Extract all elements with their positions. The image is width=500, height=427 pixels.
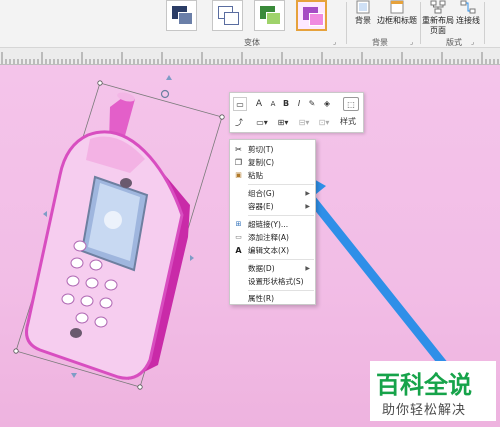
copy-icon: ❐ bbox=[234, 158, 243, 167]
hyperlink-icon: ⊞ bbox=[235, 220, 242, 228]
top-handle-marker[interactable] bbox=[166, 75, 172, 80]
context-menu: ✂ 剪切(T) ❐ 复制(C) ▣ 粘贴 组合(G) ▶ 容器(E) ▶ ⊞ 超… bbox=[229, 139, 316, 305]
background-launcher-icon[interactable]: ⌟ bbox=[410, 38, 413, 46]
shrink-font-button[interactable]: A bbox=[268, 97, 278, 111]
menu-item-label: 属性(R) bbox=[248, 294, 275, 303]
connectors-label: 连接线 bbox=[456, 16, 480, 25]
relayout-page-button[interactable]: 重新布局 页面 bbox=[421, 0, 455, 36]
menu-item-label: 复制(C) bbox=[248, 158, 275, 167]
menu-item-copy[interactable]: ❐ 复制(C) bbox=[230, 156, 315, 169]
menu-item-cut[interactable]: ✂ 剪切(T) bbox=[230, 143, 315, 156]
connectors-button[interactable]: 连接线 bbox=[455, 0, 481, 26]
menu-separator bbox=[248, 184, 314, 185]
grow-font-button[interactable]: A bbox=[254, 97, 264, 111]
watermark-subtitle: 助你轻松解决 bbox=[382, 403, 467, 418]
background-button-label: 背景 bbox=[355, 16, 371, 25]
variant-tile-2[interactable] bbox=[212, 0, 243, 31]
phone-earpiece bbox=[120, 178, 132, 188]
menu-item-label: 添加注释(A) bbox=[248, 233, 289, 242]
rotation-handle[interactable] bbox=[160, 89, 170, 99]
borders-titles-label: 边框和标题 bbox=[377, 16, 417, 25]
position-icon[interactable]: ⊞▾ bbox=[275, 116, 291, 130]
ruler-ticks bbox=[1, 52, 499, 64]
menu-item-label: 剪切(T) bbox=[248, 145, 274, 154]
variant-tile-1[interactable] bbox=[166, 0, 197, 31]
submenu-arrow-icon: ▶ bbox=[305, 203, 310, 210]
menu-item-label: 数据(D) bbox=[248, 264, 275, 273]
arrange-icon[interactable]: ⊡▾ bbox=[316, 116, 332, 130]
menu-item-paste[interactable]: ▣ 粘贴 bbox=[230, 169, 315, 182]
variant-tile-4[interactable] bbox=[296, 0, 327, 31]
styles-icon[interactable]: ⬚ bbox=[343, 97, 359, 111]
menu-item-hyperlink[interactable]: ⊞ 超链接(Y)... bbox=[230, 218, 315, 231]
submenu-arrow-icon: ▶ bbox=[305, 265, 310, 272]
menu-item-label: 超链接(Y)... bbox=[248, 220, 289, 229]
left-handle-marker[interactable] bbox=[43, 211, 47, 217]
background-icon bbox=[356, 0, 370, 14]
background-group-label: 背景 bbox=[372, 38, 388, 47]
ribbon-separator bbox=[484, 2, 485, 44]
mini-toolbar: ▭ A A B I ✎ ◈ ⬚ 样式 ⤴ ▭▾ ⊞▾ ⊟▾ ⊡▾ bbox=[229, 92, 364, 133]
menu-item-add-comment[interactable]: ▭ 添加注释(A) bbox=[230, 231, 315, 244]
menu-item-group[interactable]: 组合(G) ▶ bbox=[230, 187, 315, 200]
menu-item-label: 编辑文本(X) bbox=[248, 246, 289, 255]
connectors-icon bbox=[460, 0, 476, 14]
ribbon-separator bbox=[346, 2, 347, 44]
menu-separator bbox=[248, 215, 314, 216]
font-selector[interactable]: ▭ bbox=[233, 97, 247, 111]
layout-group-label: 版式 bbox=[446, 38, 462, 47]
scissors-icon: ✂ bbox=[235, 145, 242, 154]
menu-item-format-shape[interactable]: 设置形状格式(S) bbox=[230, 275, 315, 288]
right-handle-marker[interactable] bbox=[190, 255, 194, 261]
menu-item-properties[interactable]: 属性(R) bbox=[230, 292, 315, 305]
relayout-label-1: 重新布局 bbox=[422, 16, 454, 25]
relayout-label-2: 页面 bbox=[430, 26, 446, 35]
horizontal-ruler bbox=[0, 48, 500, 65]
comment-icon: ▭ bbox=[235, 233, 242, 241]
bold-button[interactable]: B bbox=[281, 97, 291, 111]
menu-separator bbox=[248, 259, 314, 260]
relayout-icon bbox=[430, 0, 446, 14]
variant-tile-3[interactable] bbox=[254, 0, 285, 31]
align-icon[interactable]: ⊟▾ bbox=[296, 116, 312, 130]
background-button[interactable]: 背景 bbox=[352, 0, 374, 26]
styles-label: 样式 bbox=[340, 117, 356, 126]
watermark-title: 百科全说 bbox=[376, 371, 472, 399]
menu-item-edit-text[interactable]: A 编辑文本(X) bbox=[230, 244, 315, 257]
menu-item-container[interactable]: 容器(E) ▶ bbox=[230, 200, 315, 213]
connector-tool-icon[interactable]: ⤴ bbox=[233, 116, 245, 130]
format-painter-icon[interactable]: ✎ bbox=[306, 97, 318, 111]
phone-mic bbox=[70, 328, 82, 338]
paste-icon: ▣ bbox=[235, 171, 242, 179]
submenu-arrow-icon: ▶ bbox=[305, 190, 310, 197]
bottom-handle-marker[interactable] bbox=[71, 373, 77, 378]
fill-color-icon[interactable]: ◈ bbox=[320, 97, 334, 111]
menu-item-label: 粘贴 bbox=[248, 171, 263, 180]
menu-item-label: 设置形状格式(S) bbox=[248, 277, 304, 286]
borders-titles-icon bbox=[390, 0, 404, 14]
ribbon: 变体 ⌟ 背景 边框和标题 背景 ⌟ 重新布局 页面 连接线 版式 ⌟ bbox=[0, 0, 500, 48]
variants-launcher-icon[interactable]: ⌟ bbox=[333, 38, 336, 46]
variants-group-label: 变体 bbox=[244, 38, 260, 47]
menu-item-label: 容器(E) bbox=[248, 202, 274, 211]
borders-titles-button[interactable]: 边框和标题 bbox=[376, 0, 418, 26]
italic-button[interactable]: I bbox=[294, 97, 304, 111]
layout-launcher-icon[interactable]: ⌟ bbox=[471, 38, 474, 46]
watermark-logo: 百科全说 助你轻松解决 bbox=[370, 361, 496, 421]
line-style-icon[interactable]: ▭▾ bbox=[254, 116, 270, 130]
menu-item-label: 组合(G) bbox=[248, 189, 275, 198]
menu-separator bbox=[248, 290, 314, 291]
menu-item-data[interactable]: 数据(D) ▶ bbox=[230, 262, 315, 275]
edit-text-icon: A bbox=[235, 246, 242, 255]
